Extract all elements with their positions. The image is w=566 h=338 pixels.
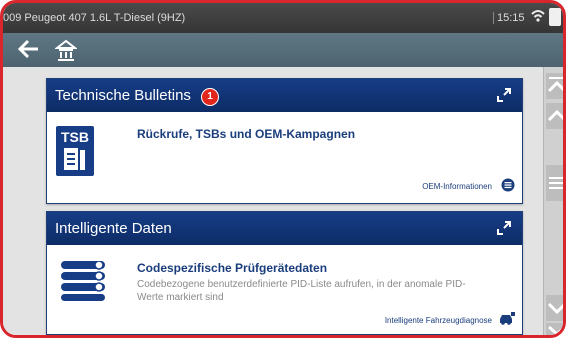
- wifi-icon: [531, 9, 545, 26]
- car-diagnostic-icon[interactable]: [498, 311, 516, 330]
- card-header: Technische Bulletins 1: [47, 79, 522, 112]
- back-arrow-icon[interactable]: [15, 37, 41, 66]
- card-header: Intelligente Daten: [47, 212, 522, 245]
- vehicle-diagnosis-link[interactable]: Intelligente Fahrzeugdiagnose: [385, 316, 492, 325]
- home-icon[interactable]: [54, 38, 78, 67]
- card-title: Technische Bulletins: [55, 87, 191, 104]
- tsb-document-icon: TSB: [56, 126, 94, 181]
- card-technical-bulletins[interactable]: Technische Bulletins 1 TSB Rückrufe, TSB…: [46, 78, 523, 204]
- clock: 15:15: [493, 12, 525, 24]
- scroll-up-icon[interactable]: [546, 103, 563, 129]
- expand-icon[interactable]: [496, 220, 512, 240]
- device-frame: 009 Peugeot 407 1.6L T-Diesel (9HZ) 15:1…: [0, 0, 566, 338]
- scroll-rail[interactable]: [543, 67, 563, 335]
- data-stack-icon: [61, 260, 109, 306]
- vehicle-title: 009 Peugeot 407 1.6L T-Diesel (9HZ): [3, 12, 186, 24]
- card-headline[interactable]: Rückrufe, TSBs und OEM-Kampagnen: [137, 127, 355, 141]
- scroll-thumb-icon[interactable]: [546, 165, 563, 201]
- oem-info-link[interactable]: OEM-Informationen: [422, 182, 492, 191]
- scroll-top-icon[interactable]: [546, 73, 563, 99]
- chevron-right-circle-icon[interactable]: [501, 178, 515, 197]
- card-intelligent-data[interactable]: Intelligente Daten Codespezifische Prüfg…: [46, 211, 523, 335]
- scroll-down-icon[interactable]: [546, 295, 563, 321]
- notification-badge: 1: [201, 88, 219, 106]
- expand-icon[interactable]: [496, 87, 512, 107]
- battery-icon: [549, 8, 561, 26]
- card-headline[interactable]: Codespezifische Prüfgerätedaten: [137, 261, 327, 275]
- status-bar: 009 Peugeot 407 1.6L T-Diesel (9HZ) 15:1…: [3, 3, 563, 33]
- card-title: Intelligente Daten: [55, 220, 172, 237]
- nav-bar: [3, 33, 563, 67]
- card-description: Codebezogene benutzerdefinierte PID-List…: [137, 279, 466, 303]
- tsb-icon-label: TSB: [61, 129, 89, 145]
- scroll-bottom-icon[interactable]: [546, 323, 563, 335]
